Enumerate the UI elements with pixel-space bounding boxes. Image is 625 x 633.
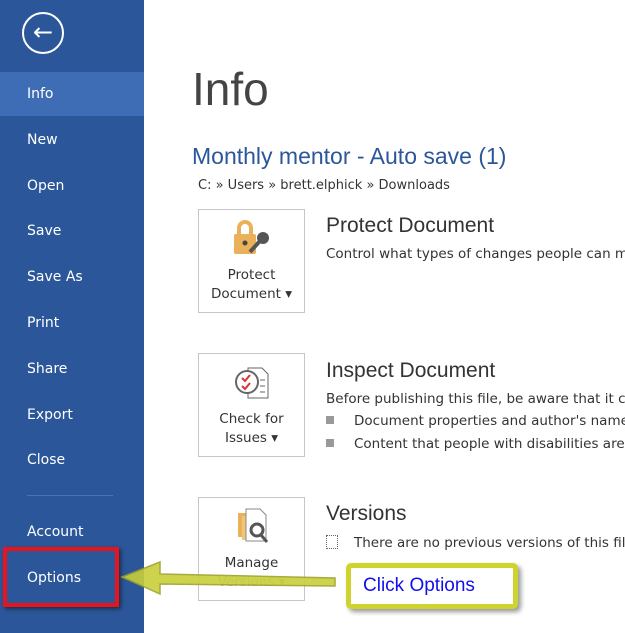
protect-title: Protect Document bbox=[326, 214, 495, 237]
annotation-arrow-icon bbox=[120, 560, 336, 596]
check-for-issues-button[interactable]: Check for Issues ▾ bbox=[198, 353, 305, 457]
sidebar-item-save-as[interactable]: Save As bbox=[0, 255, 144, 299]
document-title: Monthly mentor - Auto save (1) bbox=[192, 143, 507, 169]
backstage-sidebar: ← Info New Open Save Save As Print Share… bbox=[0, 0, 144, 633]
back-button[interactable]: ← bbox=[22, 12, 64, 54]
versions-text: There are no previous versions of this f… bbox=[326, 535, 625, 551]
protect-document-button[interactable]: Protect Document ▾ bbox=[198, 209, 305, 313]
button-label: Issues ▾ bbox=[224, 430, 278, 446]
sidebar-item-open[interactable]: Open bbox=[0, 164, 144, 208]
inspect-text: Before publishing this file, be aware th… bbox=[326, 391, 625, 407]
button-label: Check for bbox=[219, 411, 284, 427]
button-label: Protect bbox=[227, 267, 276, 283]
sidebar-divider bbox=[27, 495, 113, 496]
lock-key-icon bbox=[199, 210, 304, 266]
breadcrumb[interactable]: C: » Users » brett.elphick » Downloads bbox=[198, 178, 450, 193]
sidebar-item-print[interactable]: Print bbox=[0, 301, 144, 345]
versions-text-label: There are no previous versions of this f… bbox=[354, 535, 625, 551]
sidebar-item-share[interactable]: Share bbox=[0, 347, 144, 391]
bullet-text: Content that people with disabilities ar… bbox=[354, 436, 625, 452]
versions-icon bbox=[199, 498, 304, 554]
page-title: Info bbox=[192, 63, 269, 115]
checklist-icon bbox=[199, 354, 304, 410]
sidebar-item-export[interactable]: Export bbox=[0, 393, 144, 437]
button-label: Document ▾ bbox=[210, 286, 292, 302]
protect-text: Control what types of changes people can… bbox=[326, 246, 625, 262]
sidebar-item-close[interactable]: Close bbox=[0, 438, 144, 482]
sidebar-item-new[interactable]: New bbox=[0, 118, 144, 162]
list-item: Document properties and author's name bbox=[326, 413, 625, 429]
bullet-text: Document properties and author's name bbox=[354, 413, 625, 429]
sidebar-item-save[interactable]: Save bbox=[0, 209, 144, 253]
inspect-title: Inspect Document bbox=[326, 359, 496, 382]
document-icon bbox=[326, 535, 338, 549]
list-item: Content that people with disabilities ar… bbox=[326, 436, 625, 452]
sidebar-item-info[interactable]: Info bbox=[0, 72, 144, 116]
versions-title: Versions bbox=[326, 502, 407, 525]
options-highlight-box bbox=[3, 547, 119, 607]
info-pane: Info Monthly mentor - Auto save (1) C: »… bbox=[144, 0, 625, 633]
bullet-icon bbox=[326, 439, 334, 447]
bullet-icon bbox=[326, 416, 334, 424]
click-options-callout: Click Options bbox=[346, 563, 518, 609]
